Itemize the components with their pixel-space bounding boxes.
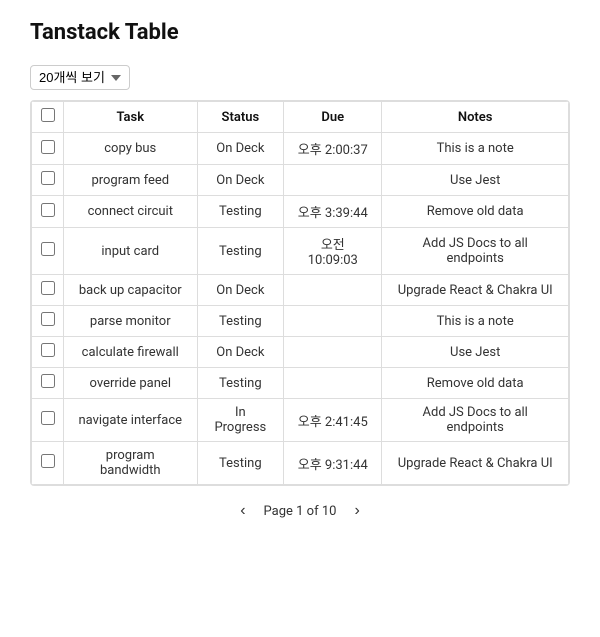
cell-task: connect circuit <box>64 196 198 228</box>
table-row: connect circuitTesting오후 3:39:44Remove o… <box>32 196 569 228</box>
row-checkbox-cell <box>32 337 64 368</box>
row-checkbox[interactable] <box>41 140 55 154</box>
cell-status: On Deck <box>197 275 284 306</box>
header-checkbox-cell <box>32 102 64 133</box>
cell-task: input card <box>64 228 198 275</box>
cell-status: In Progress <box>197 399 284 442</box>
row-checkbox[interactable] <box>41 374 55 388</box>
table-row: back up capacitorOn Deck Upgrade React & … <box>32 275 569 306</box>
table-row: calculate firewallOn Deck Use Jest <box>32 337 569 368</box>
cell-task: program bandwidth <box>64 442 198 485</box>
row-checkbox[interactable] <box>41 312 55 326</box>
toolbar: 10개씩 보기 20개씩 보기 50개씩 보기 <box>30 65 570 90</box>
table-row: navigate interfaceIn Progress오후 2:41:45A… <box>32 399 569 442</box>
prev-page-button[interactable]: ‹ <box>234 500 251 522</box>
cell-due <box>284 337 382 368</box>
cell-notes: Use Jest <box>382 337 569 368</box>
header-notes: Notes <box>382 102 569 133</box>
table-header-row: Task Status Due Notes <box>32 102 569 133</box>
row-checkbox-cell <box>32 196 64 228</box>
pagination-label: Page 1 of 10 <box>264 504 337 519</box>
select-all-checkbox[interactable] <box>41 108 55 122</box>
row-checkbox-cell <box>32 368 64 399</box>
row-checkbox[interactable] <box>41 343 55 357</box>
row-checkbox-cell <box>32 306 64 337</box>
header-status: Status <box>197 102 284 133</box>
cell-notes: Upgrade React & Chakra UI <box>382 275 569 306</box>
cell-notes: Upgrade React & Chakra UI <box>382 442 569 485</box>
header-task: Task <box>64 102 198 133</box>
cell-status: Testing <box>197 228 284 275</box>
table-row: input cardTesting오전 10:09:03Add JS Docs … <box>32 228 569 275</box>
cell-due: 오후 3:39:44 <box>284 196 382 228</box>
row-checkbox[interactable] <box>41 203 55 217</box>
cell-due <box>284 306 382 337</box>
cell-task: parse monitor <box>64 306 198 337</box>
row-checkbox[interactable] <box>41 454 55 468</box>
cell-notes: This is a note <box>382 306 569 337</box>
table-row: parse monitorTesting This is a note <box>32 306 569 337</box>
row-checkbox-cell <box>32 275 64 306</box>
row-checkbox-cell <box>32 399 64 442</box>
cell-task: override panel <box>64 368 198 399</box>
cell-status: On Deck <box>197 165 284 196</box>
cell-status: On Deck <box>197 133 284 165</box>
cell-task: navigate interface <box>64 399 198 442</box>
cell-notes: Remove old data <box>382 368 569 399</box>
cell-task: copy bus <box>64 133 198 165</box>
table-row: copy busOn Deck오후 2:00:37This is a note <box>32 133 569 165</box>
row-checkbox-cell <box>32 442 64 485</box>
row-checkbox-cell <box>32 165 64 196</box>
page-size-select[interactable]: 10개씩 보기 20개씩 보기 50개씩 보기 <box>30 65 130 90</box>
table-row: override panelTesting Remove old data <box>32 368 569 399</box>
cell-due: 오전 10:09:03 <box>284 228 382 275</box>
pagination: ‹ Page 1 of 10 › <box>30 500 570 522</box>
row-checkbox-cell <box>32 133 64 165</box>
cell-due <box>284 275 382 306</box>
table-row: program feedOn Deck Use Jest <box>32 165 569 196</box>
table-wrapper: Task Status Due Notes copy busOn Deck오후 … <box>30 100 570 486</box>
cell-status: On Deck <box>197 337 284 368</box>
row-checkbox[interactable] <box>41 242 55 256</box>
row-checkbox[interactable] <box>41 281 55 295</box>
cell-task: program feed <box>64 165 198 196</box>
row-checkbox[interactable] <box>41 411 55 425</box>
cell-notes: Remove old data <box>382 196 569 228</box>
cell-status: Testing <box>197 368 284 399</box>
cell-status: Testing <box>197 196 284 228</box>
cell-due <box>284 165 382 196</box>
table-row: program bandwidthTesting오후 9:31:44Upgrad… <box>32 442 569 485</box>
cell-notes: This is a note <box>382 133 569 165</box>
cell-notes: Add JS Docs to all endpoints <box>382 399 569 442</box>
cell-task: back up capacitor <box>64 275 198 306</box>
cell-task: calculate firewall <box>64 337 198 368</box>
row-checkbox-cell <box>32 228 64 275</box>
cell-due <box>284 368 382 399</box>
data-table: Task Status Due Notes copy busOn Deck오후 … <box>31 101 569 485</box>
cell-notes: Add JS Docs to all endpoints <box>382 228 569 275</box>
cell-notes: Use Jest <box>382 165 569 196</box>
header-due: Due <box>284 102 382 133</box>
cell-due: 오후 2:00:37 <box>284 133 382 165</box>
row-checkbox[interactable] <box>41 171 55 185</box>
cell-status: Testing <box>197 442 284 485</box>
next-page-button[interactable]: › <box>348 500 365 522</box>
cell-due: 오후 2:41:45 <box>284 399 382 442</box>
cell-due: 오후 9:31:44 <box>284 442 382 485</box>
cell-status: Testing <box>197 306 284 337</box>
page-title: Tanstack Table <box>30 20 570 45</box>
